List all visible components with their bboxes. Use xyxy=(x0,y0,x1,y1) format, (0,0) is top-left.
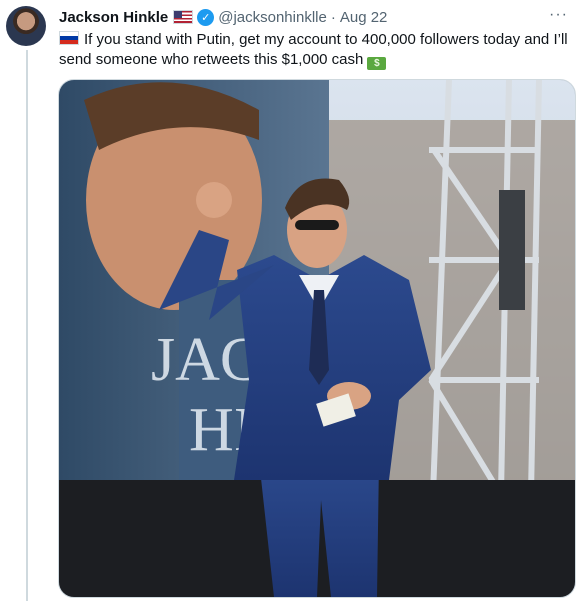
tweet-body: If you stand with Putin, get my account … xyxy=(59,31,568,68)
tweet-photo[interactable]: JACK HI xyxy=(58,79,576,598)
photo-illustration: JACK HI xyxy=(59,80,575,597)
separator-dot: · xyxy=(330,8,336,26)
author-name[interactable]: Jackson Hinkle xyxy=(59,9,168,26)
us-flag-icon xyxy=(173,10,194,24)
tweet-date[interactable]: Aug 22 xyxy=(340,9,388,26)
dollar-banknote-icon: $ xyxy=(367,57,387,70)
tweet-header: Jackson Hinkle ✓ @jacksonhinklle · Aug 2… xyxy=(59,7,568,27)
russia-flag-icon xyxy=(59,31,79,45)
thread-line xyxy=(26,50,28,601)
author-handle[interactable]: @jacksonhinklle xyxy=(218,9,327,26)
tweet-text: If you stand with Putin, get my account … xyxy=(59,30,579,70)
verified-badge-icon[interactable]: ✓ xyxy=(197,8,215,26)
avatar[interactable] xyxy=(6,6,46,46)
more-options-icon[interactable]: ··· xyxy=(549,6,568,24)
